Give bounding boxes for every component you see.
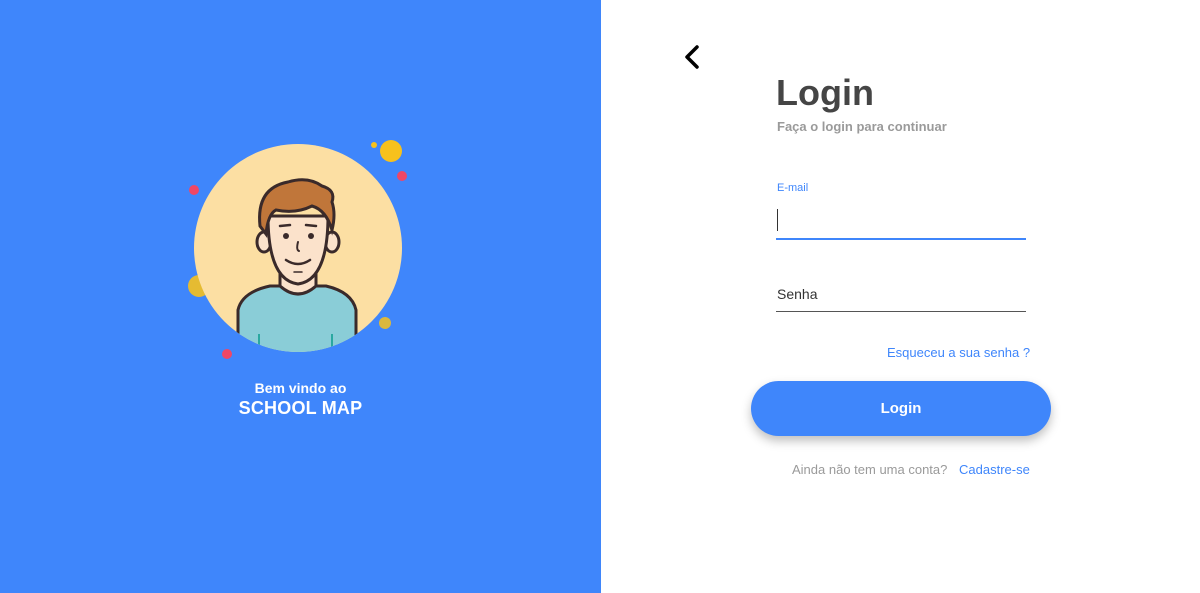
back-button[interactable]: [681, 42, 705, 72]
password-field[interactable]: [776, 276, 1026, 312]
email-label: E-mail: [777, 182, 809, 194]
signup-link[interactable]: Cadastre-se: [959, 462, 1030, 477]
email-field[interactable]: [776, 204, 1026, 240]
login-page: Bem vindo ao SCHOOL MAP Login Faça o log…: [0, 0, 1200, 593]
forgot-password-link[interactable]: Esqueceu a sua senha ?: [887, 345, 1030, 360]
app-name: SCHOOL MAP: [238, 398, 363, 418]
avatar-illustration: [180, 130, 420, 370]
signup-prompt: Ainda não tem uma conta?: [792, 462, 948, 477]
page-title: Login: [776, 72, 874, 113]
signup-row: Ainda não tem uma conta? Cadastre-se: [792, 462, 1030, 477]
chevron-left-icon: [685, 45, 699, 69]
welcome-text: Bem vindo ao: [254, 380, 347, 396]
text-caret: [777, 209, 778, 231]
login-button[interactable]: Login: [751, 381, 1051, 436]
login-panel: Login Faça o login para continuar E-mail…: [601, 0, 1200, 593]
page-subtitle: Faça o login para continuar: [777, 119, 947, 134]
welcome-panel: Bem vindo ao SCHOOL MAP: [0, 0, 601, 593]
avatar-icon: [188, 140, 407, 359]
